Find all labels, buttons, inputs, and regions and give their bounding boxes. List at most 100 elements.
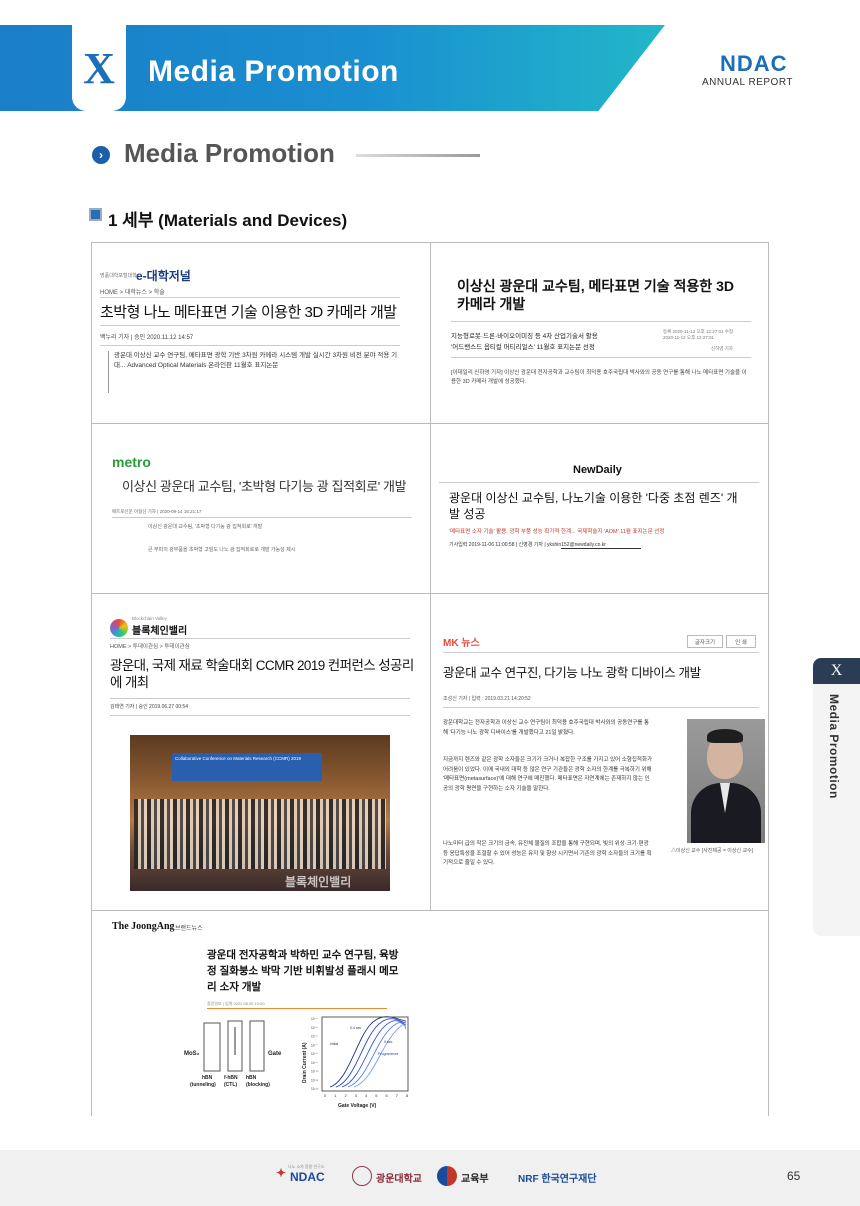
headline: 광운대, 국제 재료 학술대회 CCMR 2019 컨퍼런스 성공리에 개최 xyxy=(110,658,414,690)
section-title: Media Promotion xyxy=(124,138,335,168)
headline: 광운대 교수 연구진, 다기능 나노 광학 디바이스 개발 xyxy=(443,666,701,680)
rule xyxy=(443,707,759,708)
rule xyxy=(100,325,400,326)
font-size-button[interactable]: 글자크기 xyxy=(687,635,723,648)
email-underline xyxy=(561,548,641,549)
side-chapter-label: Media Promotion xyxy=(827,694,841,799)
x-tick-label: 2 xyxy=(345,1093,348,1098)
print-button[interactable]: 인 쇄 xyxy=(726,635,756,648)
breadcrumb: HOME > 투데이관심 > 투데이관심 xyxy=(110,644,190,650)
byline: 김태연 기자 | 승인 2019.06.27 00:54 xyxy=(110,704,188,710)
article-newdaily: NewDaily 광운대 이상신 교수팀, 나노기술 이용한 '다중 초점 렌즈… xyxy=(431,424,768,593)
article-joongang: The JoongAng 브랜드뉴스 광운대 전자공학과 박하민 교수 연구팀,… xyxy=(92,911,768,1116)
rule xyxy=(439,482,759,483)
headline: 광운대 전자공학과 박하민 교수 연구팀, 육방정 질화붕소 박막 기반 비휘발… xyxy=(207,949,399,993)
y-tick-label: 10⁻¹⁰ xyxy=(311,1070,319,1074)
annotation-3: Initial xyxy=(330,1042,338,1046)
annotation-4: Programmed xyxy=(378,1052,398,1056)
annotation-2: 0 sec xyxy=(384,1040,393,1044)
source-logo: The JoongAng xyxy=(112,921,175,932)
rule xyxy=(451,321,751,322)
x-tick-label: 7 xyxy=(396,1093,399,1098)
x-tick-label: 8 xyxy=(406,1093,409,1098)
x-tick-label: 3 xyxy=(355,1093,358,1098)
x-tick-label: 6 xyxy=(386,1093,389,1098)
x-tick-label: 0 xyxy=(324,1093,327,1098)
dates: 등록 2020-11-12 오후 12:27:01 수정 2020-11-12 … xyxy=(663,329,734,340)
x-tick-label: 4 xyxy=(365,1093,368,1098)
breadcrumb: HOME > 대학뉴스 > 학술 xyxy=(100,290,165,296)
photo-hair xyxy=(707,729,743,743)
chevron-right-icon: › xyxy=(92,146,110,164)
paragraph-2: 지금까지 렌즈와 같은 광학 소자들은 크기가 크거나 복잡한 구조를 가지고 … xyxy=(443,757,653,792)
article-grid: 명품대학포털대학 e-대학저널 HOME > 대학뉴스 > 학술 초박형 나노 … xyxy=(91,242,769,1116)
article-e-daehak: 명품대학포털대학 e-대학저널 HOME > 대학뉴스 > 학술 초박형 나노 … xyxy=(92,243,430,423)
source-logo: 블록체인밸리 xyxy=(132,626,188,637)
rule xyxy=(110,715,410,716)
article-metro: metro 이상신 광운대 교수팀, '초박형 다기능 광 집적회로' 개발 메… xyxy=(92,424,430,593)
source-tag: 명품대학포털대학 xyxy=(100,273,137,279)
source-logo: metro xyxy=(112,454,151,470)
label-ctl: (CTL) xyxy=(224,1082,237,1088)
y-axis-label: Drain Current (A) xyxy=(302,1042,308,1083)
y-tick-label: 10⁻¹² xyxy=(311,1087,318,1091)
paragraph-3: 나노미터 급의 작은 크기의 금속, 유전체 물질의 조합을 통해 구현되며, … xyxy=(443,841,652,866)
ministry-logo: 교육부 xyxy=(461,1174,489,1185)
x-tick-label: 1 xyxy=(334,1093,337,1098)
label-hbn-1: hBN xyxy=(202,1075,213,1081)
rule xyxy=(443,652,759,653)
source-logo: MK 뉴스 xyxy=(443,638,480,649)
rule xyxy=(100,297,400,298)
kwangwoon-seal-icon xyxy=(352,1166,372,1186)
layer-gate xyxy=(249,1020,265,1072)
source-logo: NewDaily xyxy=(573,464,622,476)
x-axis-label: Gate Voltage (V) xyxy=(338,1103,377,1109)
x-tick-label: 5 xyxy=(375,1093,378,1098)
kwangwoon-logo: 광운대학교 xyxy=(376,1174,422,1185)
annotation-1: 0.4 sec xyxy=(350,1026,362,1030)
plus-square-icon xyxy=(89,208,102,221)
layer-mos2-left xyxy=(203,1022,221,1072)
source-tag: 브랜드뉴스 xyxy=(175,926,203,932)
photo-banner: Collaborative Conference on Materials Re… xyxy=(172,753,322,781)
subhead: '메타표면 소자 기술' 활용, 광학 부품 성능 획기적 한계... 국제학술… xyxy=(449,529,665,535)
header-banner: X Media Promotion NDAC ANNUAL REPORT xyxy=(0,25,860,111)
blockchain-logo-icon xyxy=(110,619,128,637)
ndac-subtitle: ANNUAL REPORT xyxy=(702,77,793,88)
byline: 메트로신문 이형선 기자 | 2020-09-14 16:21:17 xyxy=(112,509,202,514)
byline: 중앙일보 | 입력 2022.08.05 10:00 xyxy=(207,1001,265,1006)
orange-rule xyxy=(207,1008,387,1009)
article-mk-news: MK 뉴스 글자크기 인 쇄 광운대 교수 연구진, 다기능 나노 광학 디바이… xyxy=(431,594,768,910)
nrf-logo: NRF 한국연구재단 xyxy=(518,1174,597,1185)
label-fhbn: f-hBN xyxy=(224,1075,238,1081)
summary-line-1: 이상신 광운대 교수팀, '초박형 다기능 광 집적회로' 개발 xyxy=(148,524,263,530)
y-tick-label: 10⁻⁵ xyxy=(311,1026,318,1030)
byline: 조성신 기자 | 입력 : 2019.03.21 14:20:52 xyxy=(443,696,531,702)
headline: 이상신 광운대 교수팀, 메타표면 기술 적용한 3D 카메라 개발 xyxy=(457,278,734,312)
y-tick-label: 10⁻⁷ xyxy=(311,1043,318,1047)
photo-caption: △이상신 교수 [사진제공 = 이상신 교수] xyxy=(671,848,754,854)
professor-photo xyxy=(687,719,765,843)
rule xyxy=(451,357,751,358)
banner-title: Media Promotion xyxy=(148,55,399,88)
chapter-tab: X xyxy=(72,25,126,111)
footer: 나노 소자 응용 연구소 ✦ NDAC 광운대학교 교육부 NRF 한국연구재단 xyxy=(0,1150,860,1206)
y-tick-label: 10⁻⁶ xyxy=(311,1035,318,1039)
transfer-plot: Drain Current (A) Gate Voltage (V) 10⁻⁴ 1… xyxy=(302,1016,409,1109)
rule xyxy=(110,698,410,699)
y-tick-label: 10⁻⁴ xyxy=(311,1017,318,1021)
label-tunneling: (tunneling) xyxy=(190,1082,216,1088)
crowd xyxy=(134,799,386,869)
reporter: 신하영 기자 xyxy=(711,346,733,351)
side-chapter-number: X xyxy=(813,658,860,684)
conference-photo: Collaborative Conference on Materials Re… xyxy=(130,735,390,891)
ndac-star-icon: ✦ xyxy=(276,1166,287,1180)
article-blockchain-valley: Blockchain Valley 블록체인밸리 HOME > 투데이관심 > … xyxy=(92,594,430,910)
ministry-emblem-icon xyxy=(437,1166,457,1186)
ndac-footer-logo: NDAC xyxy=(290,1170,325,1184)
page-number: 65 xyxy=(787,1169,801,1183)
subhead-2: '어드밴스드 옵티컬 머티리얼스' 11월호 표지논문 선정 xyxy=(451,344,595,351)
y-tick-label: 10⁻⁹ xyxy=(311,1061,318,1065)
headline: 이상신 광운대 교수팀, '초박형 다기능 광 집적회로' 개발 xyxy=(122,479,407,494)
paragraph-1: 광운대학교는 전자공학과 이상신 교수 연구팀이 최덕용 호주국립대 박사와의 … xyxy=(443,720,650,736)
